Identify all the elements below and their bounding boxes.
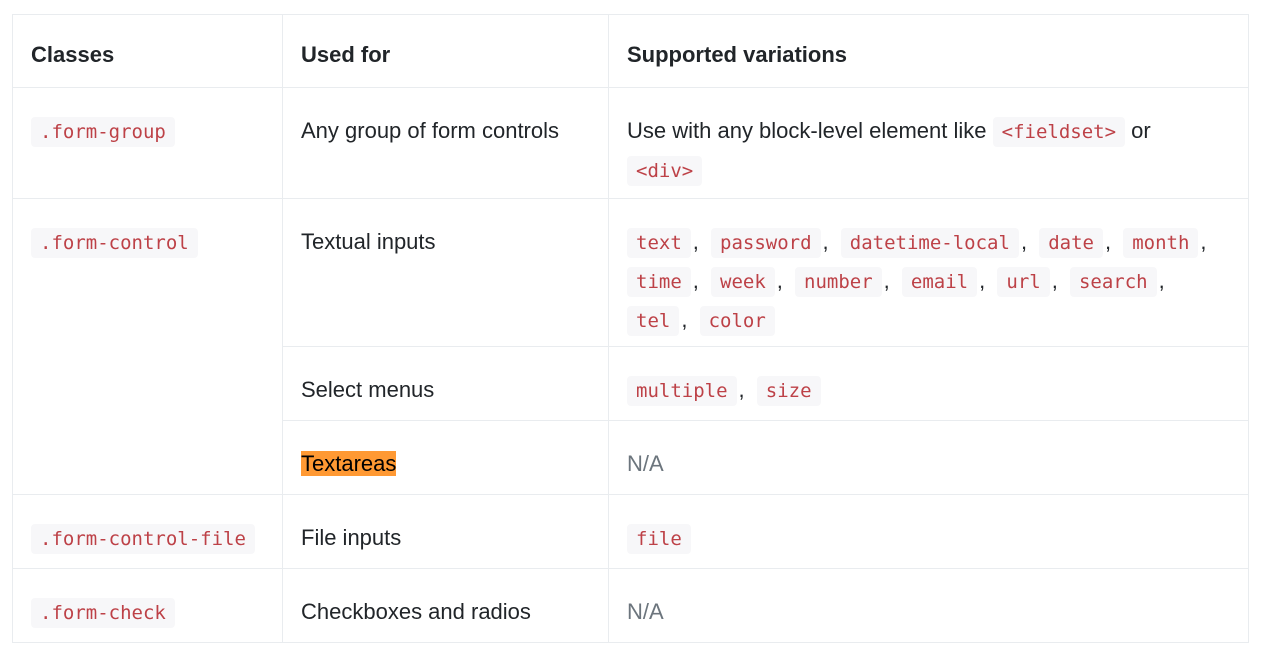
separator: , — [692, 268, 699, 293]
separator: , — [1200, 229, 1207, 254]
variation-code: email — [901, 267, 978, 297]
variations-cell: multiple, size — [608, 346, 1249, 421]
variations-cell: Use with any block-level element like <f… — [608, 87, 1249, 199]
variation-code: search — [1069, 267, 1157, 297]
variation-code: size — [756, 376, 821, 406]
variation-code: file — [627, 524, 691, 554]
separator: , — [692, 229, 699, 254]
variations-text: Use with any block-level element like — [627, 118, 987, 143]
variation-code: text — [627, 228, 691, 258]
variations-cell: file — [608, 494, 1249, 569]
separator: , — [1020, 229, 1028, 254]
used-for-cell: File inputs — [282, 494, 609, 569]
separator: , — [822, 229, 829, 254]
variation-code: color — [699, 306, 775, 336]
class-code: .form-control — [31, 228, 198, 258]
variations-text: or — [1131, 118, 1151, 143]
highlighted-text: Textareas — [301, 451, 397, 476]
table-row: .form-check Checkboxes and radios N/A — [12, 568, 1249, 643]
variation-code: multiple — [627, 376, 737, 406]
variation-code: number — [795, 267, 882, 297]
class-cell: .form-control-file — [12, 494, 283, 569]
table-row: .form-control Textual inputs text, passw… — [12, 198, 1249, 495]
used-for-cell: Any group of form controls — [282, 87, 609, 199]
table-row: .form-group Any group of form controls U… — [12, 87, 1249, 199]
form-classes-table: Classes Used for Supported variations .f… — [12, 14, 1249, 643]
used-for-cell: Checkboxes and radios — [282, 568, 609, 643]
variation-code: month — [1123, 228, 1199, 258]
class-cell: .form-control — [12, 198, 283, 495]
separator: , — [738, 377, 745, 402]
variation-code: <div> — [627, 156, 703, 186]
variation-code: week — [711, 267, 775, 297]
header-classes: Classes — [12, 14, 283, 88]
variation-code: date — [1039, 228, 1103, 258]
separator: , — [979, 268, 986, 293]
variations-cell: N/A — [608, 420, 1249, 495]
used-for-cell: Textareas — [282, 420, 609, 495]
used-for-cell: Select menus — [282, 346, 609, 421]
class-code: .form-check — [31, 598, 175, 628]
variation-code: time — [627, 267, 691, 297]
separator: , — [1051, 268, 1058, 293]
variation-code: password — [711, 228, 821, 258]
separator: , — [1104, 229, 1112, 254]
separator: , — [883, 268, 890, 293]
table-row: .form-control-file File inputs file — [12, 494, 1249, 569]
separator: , — [681, 307, 688, 332]
header-supported-variations: Supported variations — [608, 14, 1249, 88]
variation-code: datetime-local — [840, 228, 1019, 258]
variations-cell: text, password, datetime-local, date, mo… — [608, 198, 1249, 347]
variations-cell: N/A — [608, 568, 1249, 643]
used-for-cell: Textual inputs — [282, 198, 609, 347]
separator: , — [776, 268, 783, 293]
class-cell: .form-group — [12, 87, 283, 199]
class-cell: .form-check — [12, 568, 283, 643]
table-header-row: Classes Used for Supported variations — [12, 14, 1249, 88]
class-code: .form-control-file — [31, 524, 255, 554]
separator: , — [1158, 268, 1165, 293]
header-used-for: Used for — [282, 14, 609, 88]
variation-code: url — [997, 267, 1050, 297]
variation-code: tel — [627, 306, 680, 336]
variation-code: <fieldset> — [992, 117, 1126, 147]
class-code: .form-group — [31, 117, 175, 147]
